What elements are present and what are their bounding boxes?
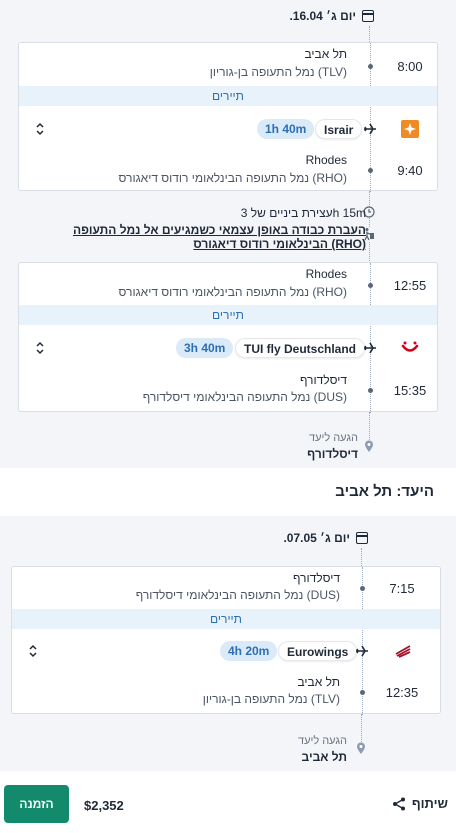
arrival-city: תל אביב [297,675,340,689]
airline-row[interactable]: 3h 40m TUI fly Deutschland [19,330,437,366]
flight-duration: 4h 20m [220,641,278,661]
return-section-title: היעד: תל אביב [335,483,434,500]
expand-chevron-icon[interactable] [35,122,45,136]
plane-icon [356,645,368,657]
outbound-date-text: יום ג׳ 16.04. [289,9,356,23]
arrival-city: Rhodes [305,153,347,167]
departure-airport: נמל התעופה הבינלאומי רודוס דיאגורס (RHO) [118,285,347,299]
airline-name: Eurowings [278,641,358,661]
return-date-text: יום ג׳ 07.05. [283,531,350,545]
timeline-dot [368,388,373,393]
share-label: שיתוף [411,796,448,811]
arrival-airport: נמל התעופה הבינלאומי דיסלדורף (DUS) [142,390,347,404]
timeline-dot [368,283,373,288]
arrival-time: 12:35 [385,685,419,700]
israir-logo-icon [401,120,419,138]
departure-time: 7:15 [389,581,415,596]
arrival-label: הגעה ליעד [297,735,347,747]
eurowings-logo-icon [395,645,411,658]
timeline-dot [360,690,365,695]
departure-city: דיסלדורף [292,571,340,585]
airline-row[interactable]: 1h 40m Israir [19,111,437,147]
timeline-dot [368,168,373,173]
baggage-note-line2: הבינלאומי רודוס דיאגורס (RHO) [193,237,366,251]
share-button[interactable]: שיתוף [392,796,448,811]
airline-name: Israir [315,119,363,139]
airline-row[interactable]: 4h 20m Eurowings [12,633,440,669]
tui-logo-icon [401,341,419,352]
book-button[interactable]: הזמנה [4,785,69,823]
cabin-class: תיירים [19,305,437,325]
departure-time: 8:00 [397,59,423,74]
flight-card-outbound-1: 8:00 תל אביב נמל התעופה בן-גוריון (TLV) … [18,42,438,192]
flight-duration: 1h 40m [257,119,315,139]
arrival-destination: תל אביב [301,750,348,764]
plane-icon [364,123,376,135]
destination-pin-icon [365,440,373,452]
outbound-date: יום ג׳ 16.04. [289,9,374,23]
airline-name: TUI fly Deutschland [235,338,366,358]
return-date: יום ג׳ 07.05. [283,531,368,545]
timeline-line [361,548,362,566]
layover-duration: עצירת ביניים של 3h 15m [240,206,366,220]
expand-chevron-icon[interactable] [35,341,45,355]
departure-airport: נמל התעופה בן-גוריון (TLV) [209,65,347,79]
expand-chevron-icon[interactable] [28,644,38,658]
flight-card-outbound-2: 12:55 Rhodes נמל התעופה הבינלאומי רודוס … [18,262,438,413]
calendar-icon [362,10,374,22]
departure-time: 12:55 [393,278,427,293]
cabin-class: תיירים [19,86,437,106]
arrival-time: 15:35 [393,383,427,398]
share-icon [392,797,405,810]
timeline-dot [368,64,373,69]
timeline-dot [360,586,365,591]
calendar-icon [356,532,368,544]
arrival-airport: נמל התעופה בן-גוריון (TLV) [202,692,340,706]
cabin-class: תיירים [12,609,440,629]
flight-card-return-1: 7:15 דיסלדורף נמל התעופה הבינלאומי דיסלד… [11,566,441,715]
flight-duration: 3h 40m [176,338,234,358]
arrival-airport: נמל התעופה הבינלאומי רודוס דיאגורס (RHO) [118,171,347,185]
total-price: $2,352 [84,798,124,813]
plane-icon [364,342,376,354]
arrival-label: הגעה ליעד [308,432,358,444]
departure-airport: נמל התעופה הבינלאומי דיסלדורף (DUS) [135,588,340,602]
destination-pin-icon [357,742,365,754]
timeline-line [369,412,370,442]
booking-footer: הזמנה $2,352 שיתוף [0,771,456,833]
arrival-city: דיסלדורף [299,373,347,387]
arrival-time: 9:40 [397,163,423,178]
departure-city: תל אביב [304,47,347,61]
arrival-destination: דיסלדורף [307,447,358,461]
timeline-line [369,26,370,42]
baggage-transfer-note[interactable]: העברת כבודה באופן עצמאי כשמגיעים אל נמל … [73,223,366,251]
baggage-note-line1: העברת כבודה באופן עצמאי כשמגיעים אל נמל … [72,223,366,237]
timeline-line [361,714,362,744]
departure-city: Rhodes [305,267,347,281]
